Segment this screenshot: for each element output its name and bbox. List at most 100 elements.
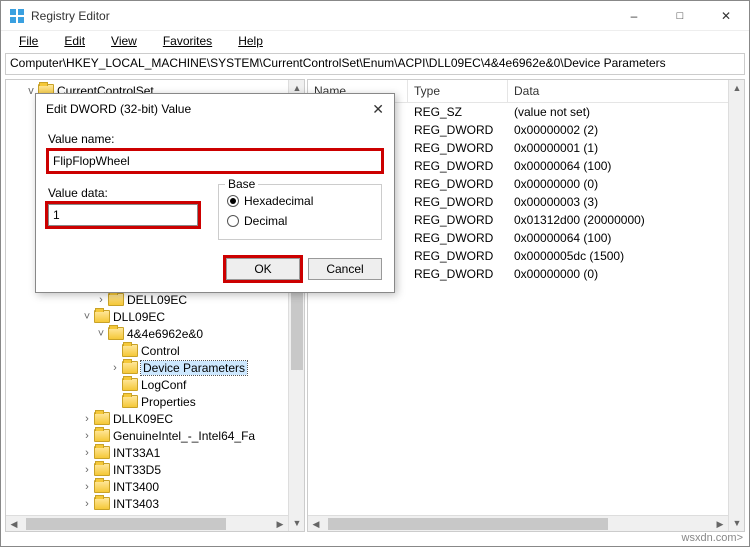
value-name-input[interactable] bbox=[48, 150, 382, 172]
tree-item[interactable]: LogConf bbox=[10, 376, 304, 393]
folder-icon bbox=[94, 446, 110, 459]
folder-icon bbox=[94, 497, 110, 510]
folder-icon bbox=[122, 344, 138, 357]
cell-type: REG_DWORD bbox=[408, 249, 508, 263]
ok-button[interactable]: OK bbox=[226, 258, 300, 280]
tree-twisty-icon[interactable]: › bbox=[80, 447, 94, 459]
scroll-left-icon[interactable]: ◀ bbox=[6, 516, 22, 532]
folder-icon bbox=[122, 378, 138, 391]
value-data-input[interactable] bbox=[48, 204, 198, 226]
value-data-label: Value data: bbox=[48, 186, 218, 200]
folder-icon bbox=[94, 412, 110, 425]
tree-item[interactable]: › Device Parameters bbox=[10, 359, 304, 376]
tree-twisty-icon[interactable]: ˅ bbox=[94, 328, 108, 340]
list-hscroll[interactable]: ◀ ▶ bbox=[308, 515, 728, 531]
cell-data: 0x00000000 (0) bbox=[508, 177, 744, 191]
radio-dec[interactable]: Decimal bbox=[227, 211, 373, 231]
cell-type: REG_DWORD bbox=[408, 177, 508, 191]
tree-label: INT33D5 bbox=[113, 463, 161, 477]
scroll-up-icon[interactable]: ▲ bbox=[729, 80, 745, 96]
titlebar: Registry Editor – □ ✕ bbox=[1, 1, 749, 31]
menu-view[interactable]: View bbox=[99, 32, 149, 50]
cell-data: 0x00000001 (1) bbox=[508, 141, 744, 155]
folder-icon bbox=[122, 395, 138, 408]
tree-label: INT33A1 bbox=[113, 446, 160, 460]
cell-data: 0x00000064 (100) bbox=[508, 231, 744, 245]
dialog-title: Edit DWORD (32-bit) Value bbox=[46, 102, 354, 116]
dialog-close-icon[interactable]: ✕ bbox=[354, 101, 384, 118]
base-label: Base bbox=[225, 177, 258, 191]
folder-icon bbox=[108, 293, 124, 306]
tree-item[interactable]: › INT3400 bbox=[10, 478, 304, 495]
scroll-down-icon[interactable]: ▼ bbox=[289, 515, 305, 531]
window-title: Registry Editor bbox=[31, 9, 611, 23]
scroll-thumb[interactable] bbox=[328, 518, 608, 530]
tree-item[interactable]: ›DELL09EC bbox=[10, 291, 304, 308]
scroll-right-icon[interactable]: ▶ bbox=[272, 516, 288, 532]
tree-item[interactable]: Control bbox=[10, 342, 304, 359]
menu-file[interactable]: File bbox=[7, 32, 50, 50]
tree-twisty-icon[interactable]: › bbox=[80, 464, 94, 476]
tree-label: Properties bbox=[141, 395, 196, 409]
folder-icon bbox=[94, 310, 110, 323]
tree-twisty-icon[interactable]: › bbox=[80, 413, 94, 425]
cell-type: REG_DWORD bbox=[408, 159, 508, 173]
tree-item[interactable]: › INT33D5 bbox=[10, 461, 304, 478]
list-vscroll[interactable]: ▲ ▼ bbox=[728, 80, 744, 531]
col-type[interactable]: Type bbox=[408, 80, 508, 102]
scroll-thumb[interactable] bbox=[26, 518, 226, 530]
menu-help[interactable]: Help bbox=[226, 32, 275, 50]
folder-icon bbox=[94, 429, 110, 442]
scroll-left-icon[interactable]: ◀ bbox=[308, 516, 324, 532]
tree-label: INT3403 bbox=[113, 497, 159, 511]
cell-data: 0x00000002 (2) bbox=[508, 123, 744, 137]
cancel-button[interactable]: Cancel bbox=[308, 258, 382, 280]
tree-item[interactable]: › INT3403 bbox=[10, 495, 304, 512]
radio-hex[interactable]: Hexadecimal bbox=[227, 191, 373, 211]
tree-item[interactable]: › INT33A1 bbox=[10, 444, 304, 461]
tree-item[interactable]: ˅ 4&4e6962e&0 bbox=[10, 325, 304, 342]
tree-label: 4&4e6962e&0 bbox=[127, 327, 203, 341]
watermark: wsxdn.com> bbox=[682, 532, 743, 544]
tree-label: Device Parameters bbox=[141, 361, 247, 375]
menu-favorites[interactable]: Favorites bbox=[151, 32, 224, 50]
base-group: Base Hexadecimal Decimal bbox=[218, 184, 382, 240]
tree-twisty-icon[interactable]: › bbox=[94, 294, 108, 306]
tree-twisty-icon[interactable]: › bbox=[80, 481, 94, 493]
cell-type: REG_DWORD bbox=[408, 123, 508, 137]
cell-data: (value not set) bbox=[508, 105, 744, 119]
cell-data: 0x00000003 (3) bbox=[508, 195, 744, 209]
tree-hscroll[interactable]: ◀ ▶ bbox=[6, 515, 288, 531]
tree-twisty-icon[interactable]: ˅ bbox=[80, 311, 94, 323]
col-data[interactable]: Data bbox=[508, 80, 744, 102]
maximize-button[interactable]: □ bbox=[657, 1, 703, 31]
minimize-button[interactable]: – bbox=[611, 1, 657, 31]
menu-edit[interactable]: Edit bbox=[52, 32, 97, 50]
tree-label: DLLK09EC bbox=[113, 412, 173, 426]
close-button[interactable]: ✕ bbox=[703, 1, 749, 31]
tree-twisty-icon[interactable]: › bbox=[80, 498, 94, 510]
tree-label: GenuineIntel_-_Intel64_Fa bbox=[113, 429, 255, 443]
tree-item[interactable]: ˅ DLL09EC bbox=[10, 308, 304, 325]
folder-icon bbox=[122, 361, 138, 374]
tree-item[interactable]: › GenuineIntel_-_Intel64_Fa bbox=[10, 427, 304, 444]
tree-label: INT3400 bbox=[113, 480, 159, 494]
tree-twisty-icon[interactable]: › bbox=[108, 362, 122, 374]
radio-icon bbox=[227, 215, 239, 227]
tree-item[interactable]: › DLLK09EC bbox=[10, 410, 304, 427]
tree-label: Control bbox=[141, 344, 180, 358]
tree-item[interactable]: Properties bbox=[10, 393, 304, 410]
cell-type: REG_DWORD bbox=[408, 213, 508, 227]
cell-data: 0x01312d00 (20000000) bbox=[508, 213, 744, 227]
scroll-right-icon[interactable]: ▶ bbox=[712, 516, 728, 532]
cell-data: 0x00000064 (100) bbox=[508, 159, 744, 173]
tree-twisty-icon[interactable]: › bbox=[80, 430, 94, 442]
folder-icon bbox=[108, 327, 124, 340]
address-bar[interactable]: Computer\HKEY_LOCAL_MACHINE\SYSTEM\Curre… bbox=[5, 53, 745, 75]
tree-label: LogConf bbox=[141, 378, 186, 392]
cell-type: REG_DWORD bbox=[408, 231, 508, 245]
tree-label: DLL09EC bbox=[113, 310, 165, 324]
scroll-down-icon[interactable]: ▼ bbox=[729, 515, 745, 531]
menubar: File Edit View Favorites Help bbox=[1, 31, 749, 51]
radio-icon bbox=[227, 195, 239, 207]
